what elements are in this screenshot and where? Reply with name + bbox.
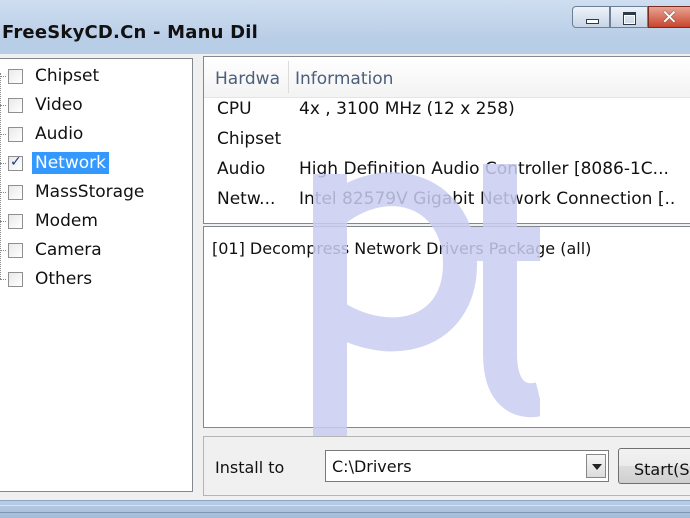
tree-dash	[0, 134, 6, 135]
minimize-icon	[586, 19, 599, 24]
bottom-border-line	[0, 505, 690, 513]
maximize-icon	[623, 12, 636, 25]
tree-checkbox-checked[interactable]	[8, 154, 23, 171]
tree-dash	[0, 250, 6, 251]
tree-item-label[interactable]: MassStorage	[32, 181, 147, 203]
tree-item-label[interactable]: Modem	[32, 210, 101, 232]
window-title: FreeSkyCD.Cn - Manu Dil	[2, 22, 258, 43]
tree-dash	[0, 163, 6, 164]
tree-item-label[interactable]: Video	[32, 94, 86, 116]
tree-item-label[interactable]: Chipset	[32, 65, 102, 87]
tree-dash	[0, 279, 6, 280]
install-bar: Install to C:\Drivers Start(S)	[203, 436, 690, 496]
cell-hardware: Chipset	[217, 129, 282, 149]
window-bottom-border	[0, 500, 690, 518]
hardware-list[interactable]: Hardwa Information CPU 4x , 3100 MHz (12…	[203, 56, 690, 224]
tree-item-label[interactable]: Network	[32, 152, 109, 174]
tree-checkbox[interactable]	[8, 272, 23, 287]
tree-item-label[interactable]: Camera	[32, 239, 105, 261]
tree-item-camera[interactable]: Camera	[0, 237, 190, 263]
cell-hardware: Audio	[217, 159, 266, 179]
maximize-button[interactable]	[610, 6, 648, 28]
category-tree[interactable]: Chipset Video Audio Network MassStorage	[0, 58, 193, 492]
tree-checkbox[interactable]	[8, 243, 23, 258]
log-line: [01] Decompress Network Drivers Package …	[212, 239, 592, 258]
tree-item-label[interactable]: Others	[32, 268, 95, 290]
tree-item-network[interactable]: Network	[0, 150, 190, 176]
tree-checkbox[interactable]	[8, 127, 23, 142]
cell-information: Intel 82579V Gigabit Network Connection …	[299, 189, 674, 209]
tree-checkbox[interactable]	[8, 98, 23, 113]
title-bar[interactable]: FreeSkyCD.Cn - Manu Dil ✕	[0, 0, 690, 54]
minimize-button[interactable]	[572, 6, 610, 28]
list-row[interactable]: Netw... Intel 82579V Gigabit Network Con…	[204, 189, 690, 219]
cell-hardware: CPU	[217, 99, 252, 119]
cell-hardware: Netw...	[217, 189, 276, 209]
tree-checkbox[interactable]	[8, 214, 23, 229]
client-area: Chipset Video Audio Network MassStorage	[0, 54, 690, 500]
tree-dash	[0, 105, 6, 106]
start-button[interactable]: Start(S)	[618, 448, 690, 484]
chevron-down-icon[interactable]	[586, 454, 606, 478]
tree-checkbox[interactable]	[8, 185, 23, 200]
close-button[interactable]: ✕	[648, 5, 690, 29]
tree-item-others[interactable]: Others	[0, 266, 190, 292]
tree-dash	[0, 192, 6, 193]
tree-dash	[0, 221, 6, 222]
tree-checkbox[interactable]	[8, 69, 23, 84]
tree-item-modem[interactable]: Modem	[0, 208, 190, 234]
list-row[interactable]: CPU 4x , 3100 MHz (12 x 258)	[204, 99, 690, 129]
column-header-hardware[interactable]: Hardwa	[215, 69, 285, 89]
list-row[interactable]: Chipset	[204, 129, 690, 159]
tree-dash	[0, 76, 6, 77]
column-header-information[interactable]: Information	[295, 69, 393, 89]
tree-item-video[interactable]: Video	[0, 92, 190, 118]
tree-item-label[interactable]: Audio	[32, 123, 86, 145]
list-row[interactable]: Audio High Definition Audio Controller […	[204, 159, 690, 189]
install-path-combobox[interactable]: C:\Drivers	[325, 450, 609, 482]
app-window: FreeSkyCD.Cn - Manu Dil ✕ Chipset Video …	[0, 0, 690, 518]
cell-information: 4x , 3100 MHz (12 x 258)	[299, 99, 515, 119]
tree-item-chipset[interactable]: Chipset	[0, 63, 190, 89]
tree-item-massstorage[interactable]: MassStorage	[0, 179, 190, 205]
close-icon: ✕	[661, 5, 678, 29]
column-divider[interactable]	[288, 61, 289, 93]
tree-item-audio[interactable]: Audio	[0, 121, 190, 147]
list-header: Hardwa Information	[204, 57, 690, 98]
log-panel[interactable]: [01] Decompress Network Drivers Package …	[203, 226, 690, 428]
install-to-label: Install to	[215, 458, 285, 477]
install-path-value[interactable]: C:\Drivers	[332, 457, 412, 476]
cell-information: High Definition Audio Controller [8086-1…	[299, 159, 669, 179]
